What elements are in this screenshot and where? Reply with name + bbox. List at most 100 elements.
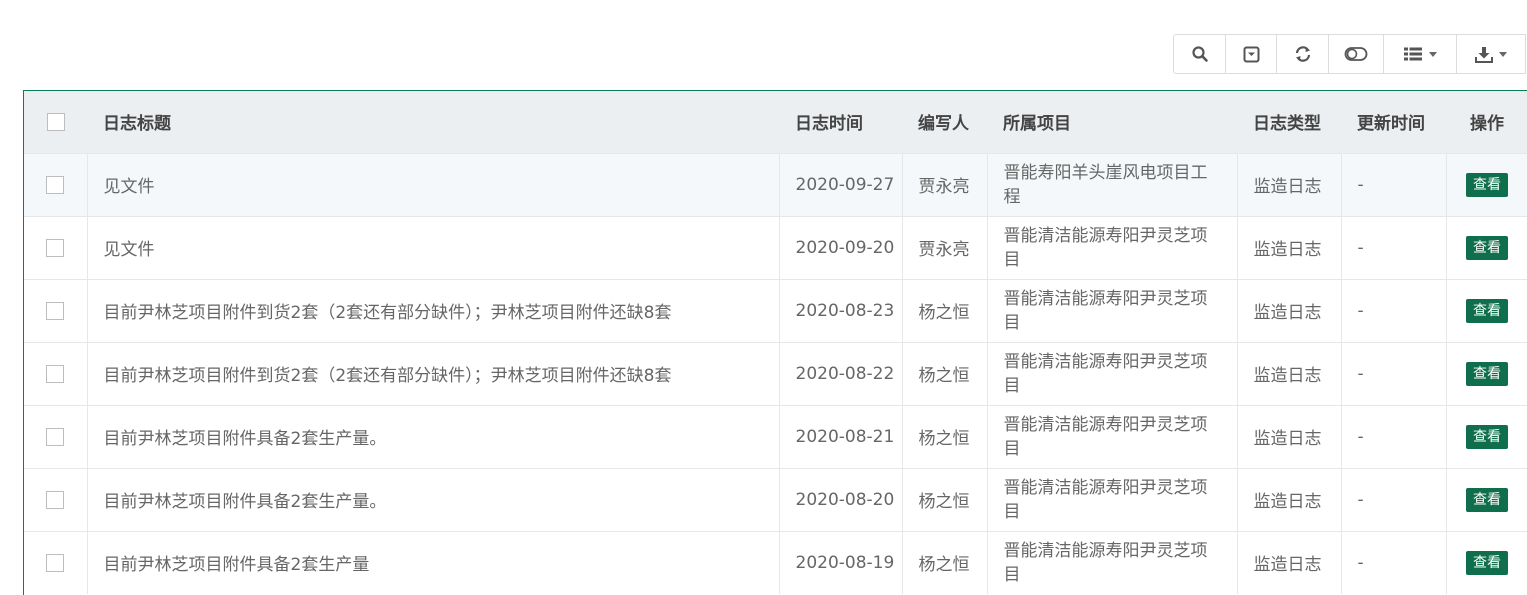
header-title[interactable]: 日志标题 [87, 91, 779, 153]
cell-title: 目前尹林芝项目附件具备2套生产量 [87, 530, 780, 594]
cell-action: 查看 [1446, 530, 1527, 594]
cell-date: 2020-08-23 [779, 278, 903, 342]
chevron-down-icon [1429, 51, 1437, 57]
row-checkbox[interactable] [46, 238, 65, 257]
cell-project: 晋能清洁能源寿阳尹灵芝项目 [987, 530, 1238, 594]
row-select-cell [24, 278, 88, 342]
header-project[interactable]: 所属项目 [987, 91, 1237, 153]
cell-title: 目前尹林芝项目附件到货2套（2套还有部分缺件）；尹林芝项目附件还缺8套 [87, 278, 780, 342]
cell-updated: - [1341, 404, 1447, 468]
cell-type: 监造日志 [1237, 152, 1342, 216]
cell-author: 杨之恒 [902, 341, 988, 405]
toggle-view-button[interactable] [1328, 34, 1384, 74]
table-row[interactable]: 目前尹林芝项目附件具备2套生产量 2020-08-19 杨之恒 晋能清洁能源寿阳尹灵芝… [24, 530, 1527, 594]
cell-type: 监造日志 [1237, 404, 1342, 468]
header-action: 操作 [1470, 114, 1504, 135]
log-table: 日志标题 日志时间 编写人 所属项目 日志类型 更新时间 操作 见文件 2020-… [24, 91, 1527, 594]
cell-date: 2020-08-19 [779, 530, 903, 594]
table-row[interactable]: 目前尹林芝项目附件具备2套生产量。 2020-08-21 杨之恒 晋能清洁能源寿阳尹灵… [24, 404, 1527, 468]
toggle-icon [1344, 47, 1368, 61]
refresh-button[interactable] [1276, 34, 1329, 74]
table-header-row: 日志标题 日志时间 编写人 所属项目 日志类型 更新时间 操作 [24, 91, 1527, 153]
collapse-icon [1243, 46, 1259, 62]
cell-date: 2020-08-22 [779, 341, 903, 405]
view-button[interactable]: 查看 [1466, 424, 1508, 449]
view-button[interactable]: 查看 [1466, 361, 1508, 386]
view-button[interactable]: 查看 [1466, 172, 1508, 197]
cell-author: 杨之恒 [902, 278, 988, 342]
row-checkbox[interactable] [46, 490, 65, 509]
table-row[interactable]: 目前尹林芝项目附件到货2套（2套还有部分缺件）；尹林芝项目附件还缺8套 2020-… [24, 341, 1527, 405]
cell-updated: - [1341, 530, 1447, 594]
search-icon [1191, 46, 1208, 62]
row-checkbox[interactable] [46, 553, 65, 572]
cell-title: 见文件 [87, 152, 780, 216]
select-all-cell [24, 91, 87, 153]
row-select-cell [24, 215, 88, 279]
row-select-cell [24, 341, 88, 405]
export-button[interactable] [1456, 34, 1526, 74]
cell-date: 2020-09-20 [779, 215, 903, 279]
row-checkbox[interactable] [46, 301, 65, 320]
cell-type: 监造日志 [1237, 278, 1342, 342]
header-author[interactable]: 编写人 [902, 91, 987, 153]
table-row[interactable]: 目前尹林芝项目附件具备2套生产量。 2020-08-20 杨之恒 晋能清洁能源寿阳尹灵… [24, 467, 1527, 531]
cell-date: 2020-08-21 [779, 404, 903, 468]
cell-action: 查看 [1446, 341, 1527, 405]
row-checkbox[interactable] [46, 364, 65, 383]
cell-title: 目前尹林芝项目附件具备2套生产量。 [87, 467, 780, 531]
view-button[interactable]: 查看 [1466, 235, 1508, 260]
cell-updated: - [1341, 278, 1447, 342]
view-button[interactable]: 查看 [1466, 487, 1508, 512]
cell-project: 晋能清洁能源寿阳尹灵芝项目 [987, 467, 1238, 531]
header-type[interactable]: 日志类型 [1237, 91, 1341, 153]
cell-project: 晋能清洁能源寿阳尹灵芝项目 [987, 404, 1238, 468]
cell-type: 监造日志 [1237, 530, 1342, 594]
header-updated[interactable]: 更新时间 [1341, 91, 1446, 153]
row-checkbox[interactable] [46, 427, 65, 446]
search-button[interactable] [1173, 34, 1226, 74]
cell-updated: - [1341, 215, 1447, 279]
cell-title: 目前尹林芝项目附件具备2套生产量。 [87, 404, 780, 468]
view-button[interactable]: 查看 [1466, 298, 1508, 323]
cell-updated: - [1341, 152, 1447, 216]
table-row[interactable]: 目前尹林芝项目附件到货2套（2套还有部分缺件）；尹林芝项目附件还缺8套 2020-… [24, 278, 1527, 342]
view-button[interactable]: 查看 [1466, 550, 1508, 575]
cell-author: 杨之恒 [902, 404, 988, 468]
export-icon [1475, 46, 1493, 63]
cell-project: 晋能清洁能源寿阳尹灵芝项目 [987, 278, 1238, 342]
cell-date: 2020-08-20 [779, 467, 903, 531]
row-checkbox[interactable] [46, 175, 65, 194]
cell-updated: - [1341, 341, 1447, 405]
cell-action: 查看 [1446, 215, 1527, 279]
table-row[interactable]: 见文件 2020-09-27 贾永亮 晋能寿阳羊头崖风电项目工程 监造日志 - 查看 [24, 152, 1527, 216]
select-all-checkbox[interactable] [46, 112, 65, 131]
cell-project: 晋能清洁能源寿阳尹灵芝项目 [987, 341, 1238, 405]
table-row[interactable]: 见文件 2020-09-20 贾永亮 晋能清洁能源寿阳尹灵芝项目 监造日志 - 查看 [24, 215, 1527, 279]
cell-author: 杨之恒 [902, 530, 988, 594]
cell-action: 查看 [1446, 404, 1527, 468]
cell-author: 贾永亮 [902, 152, 988, 216]
collapse-button[interactable] [1225, 34, 1277, 74]
row-select-cell [24, 530, 88, 594]
header-date[interactable]: 日志时间 [779, 91, 902, 153]
row-select-cell [24, 404, 88, 468]
cell-author: 杨之恒 [902, 467, 988, 531]
cell-title: 见文件 [87, 215, 780, 279]
cell-project: 晋能清洁能源寿阳尹灵芝项目 [987, 215, 1238, 279]
cell-author: 贾永亮 [902, 215, 988, 279]
refresh-icon [1295, 46, 1310, 62]
cell-action: 查看 [1446, 152, 1527, 216]
cell-title: 目前尹林芝项目附件到货2套（2套还有部分缺件）；尹林芝项目附件还缺8套 [87, 341, 780, 405]
cell-updated: - [1341, 467, 1447, 531]
columns-button[interactable] [1383, 34, 1457, 74]
cell-project: 晋能寿阳羊头崖风电项目工程 [987, 152, 1238, 216]
row-select-cell [24, 467, 88, 531]
row-select-cell [24, 152, 88, 216]
cell-type: 监造日志 [1237, 341, 1342, 405]
cell-action: 查看 [1446, 467, 1527, 531]
log-table-container: 日志标题 日志时间 编写人 所属项目 日志类型 更新时间 操作 见文件 2020-… [23, 90, 1527, 595]
chevron-down-icon [1499, 51, 1507, 57]
table-toolbar [1173, 34, 1526, 76]
cell-action: 查看 [1446, 278, 1527, 342]
